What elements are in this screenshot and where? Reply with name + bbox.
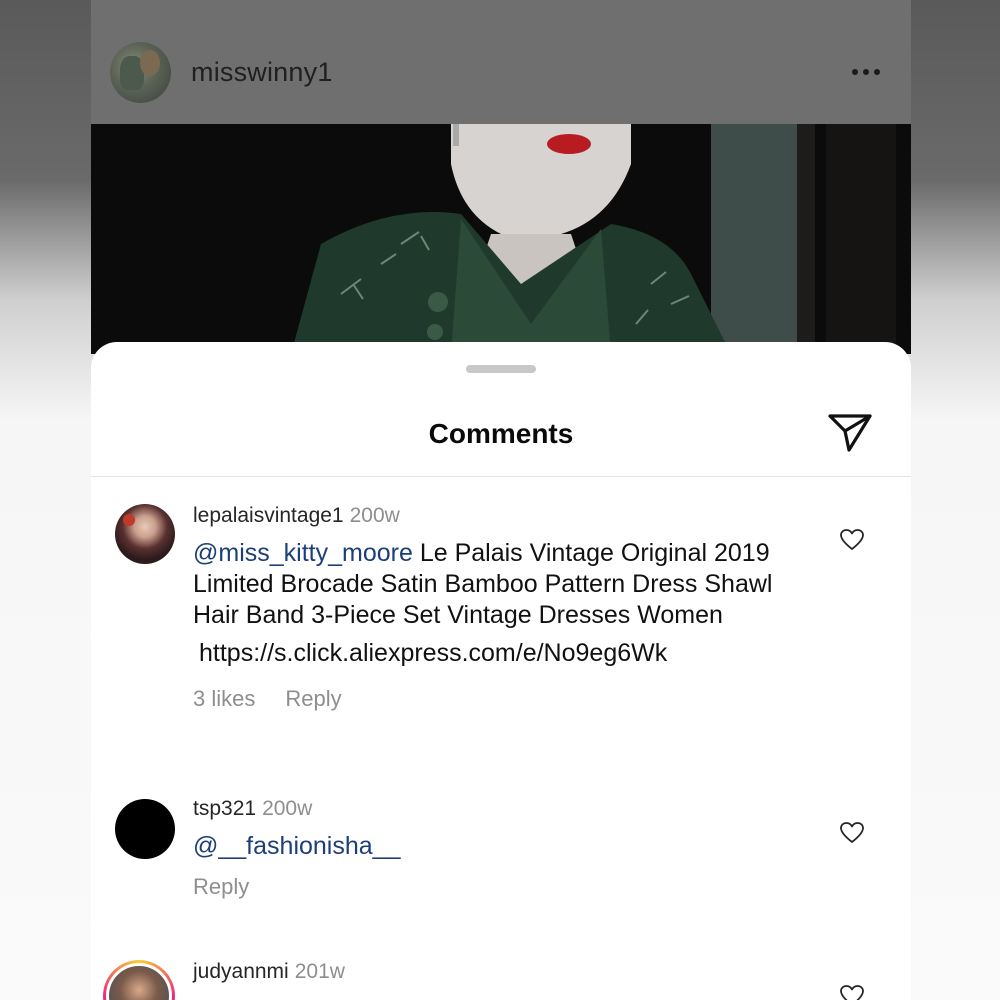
commenter-username[interactable]: tsp321 [193, 797, 256, 820]
heart-icon[interactable] [839, 528, 865, 552]
sheet-grabber-handle[interactable] [466, 365, 536, 373]
commenter-avatar[interactable] [115, 504, 175, 564]
comment-text: @miss_kitty_moore Le Palais Vintage Orig… [193, 538, 773, 631]
comment-text: @__fashionisha__ [193, 831, 773, 862]
comment-link[interactable]: https://s.click.aliexpress.com/e/No9eg6W… [193, 639, 793, 668]
comment-mention[interactable]: @__fashionisha__ [193, 832, 400, 860]
comment-timestamp: 200w [262, 797, 313, 820]
comment-timestamp: 201w [294, 960, 345, 983]
commenter-username[interactable]: judyannmi [193, 960, 289, 983]
post-image [91, 124, 911, 354]
post-author-username[interactable]: misswinny1 [191, 57, 333, 88]
comment-mention[interactable]: @miss_kitty_moore [193, 539, 413, 567]
reply-button[interactable]: Reply [193, 874, 249, 899]
heart-icon[interactable] [839, 821, 865, 845]
likes-count[interactable]: 3 likes [193, 686, 255, 711]
comment-timestamp: 200w [349, 504, 400, 527]
paper-plane-icon[interactable] [827, 412, 873, 454]
sheet-divider [91, 476, 911, 477]
commenter-avatar-story[interactable] [103, 960, 175, 1000]
post-author-avatar[interactable] [110, 42, 171, 103]
commenter-avatar[interactable] [115, 799, 175, 859]
heart-icon[interactable] [839, 984, 865, 1000]
more-dots-icon[interactable] [852, 66, 886, 78]
commenter-username[interactable]: lepalaisvintage1 [193, 504, 344, 527]
reply-button[interactable]: Reply [285, 686, 341, 711]
sheet-title: Comments [428, 418, 574, 449]
comments-sheet: Comments lepalaisvintage1 200w @miss_kitt… [91, 342, 911, 1000]
